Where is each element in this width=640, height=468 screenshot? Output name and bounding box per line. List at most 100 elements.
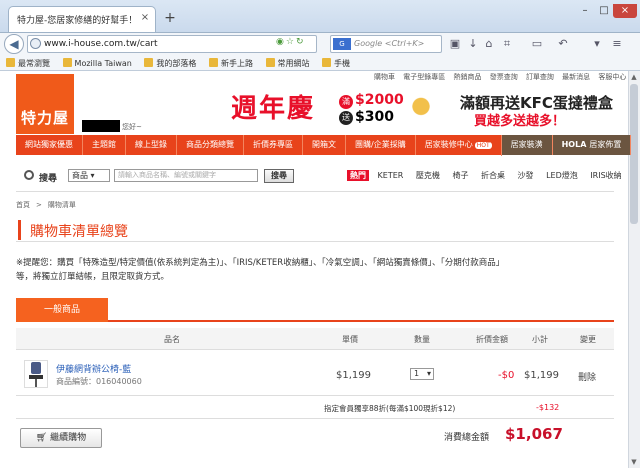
browser-tab[interactable]: 特力屋-您居家修繕的好幫手！ — [8, 6, 156, 32]
back-button[interactable]: ◀ — [4, 34, 24, 54]
continue-shopping-button[interactable]: 🛒︎ 繼續購物 — [20, 428, 102, 448]
site-logo[interactable]: 特力屋 — [16, 74, 74, 134]
bookmark-item[interactable]: 手機 — [322, 58, 350, 69]
title-accent-bar — [18, 220, 21, 240]
crop-icon[interactable]: ⌗ — [500, 37, 514, 51]
nav-item[interactable]: 團購/企業採購 — [346, 135, 416, 155]
delete-link[interactable]: 刪除 — [578, 370, 596, 383]
search-category-select[interactable]: 商品 ▾ — [68, 169, 110, 182]
col-header-discount: 折價金額 — [476, 335, 508, 344]
address-bar-icons: ◉☆↻ — [276, 37, 316, 51]
top-link[interactable]: 發票查詢 — [490, 73, 518, 81]
address-bar[interactable]: www.i-house.com.tw/cart — [27, 35, 317, 53]
hot-label: 熱門 — [347, 170, 369, 181]
breadcrumb-current: 購物清單 — [47, 201, 76, 209]
nav-item[interactable]: 折價券專區 — [244, 135, 303, 155]
banner-promo-line2: 買越多送越多！ — [474, 114, 566, 129]
col-header-change: 變更 — [580, 335, 596, 344]
top-link[interactable]: 電子型錄專區 — [403, 73, 445, 81]
banner-tag-gift: 送 — [339, 111, 353, 125]
shield-icon[interactable]: ◉ — [276, 37, 286, 47]
top-link[interactable]: 熱銷商品 — [453, 73, 481, 81]
member-discount-value: -$132 — [536, 403, 560, 412]
nav-item-label: 居家佈置 — [589, 140, 622, 149]
undo-icon[interactable]: ↶ — [556, 37, 570, 51]
top-link[interactable]: 客服中心 — [598, 73, 626, 81]
nav-item[interactable]: 商品分類總覽 — [177, 135, 244, 155]
nav-item-furnishing[interactable]: HOLA 居家佈置 — [552, 135, 632, 155]
nav-item-renovation[interactable]: 居家裝修中心 HOT — [416, 134, 502, 156]
bookmark-icon — [62, 58, 72, 67]
nav-item[interactable]: 線上型錄 — [126, 135, 177, 155]
top-link[interactable]: 訂單查詢 — [526, 73, 554, 81]
hot-search: 熱門 KETER 壓克機 椅子 折合桌 沙發 LED燈泡 IRIS收納 — [347, 170, 632, 181]
bookmark-item[interactable]: 我的部落格 — [144, 58, 196, 69]
scroll-down-icon[interactable]: ▼ — [628, 456, 640, 468]
nav-item-decor[interactable]: 居家裝潢 — [501, 135, 553, 155]
notice-line: ※提醒您：購買「特殊造型/特定價值(依系統判定為主)」、「IRIS/KETER收… — [16, 258, 505, 268]
member-discount-label: 指定會員獨享88折(每滿$100現折$12) — [324, 404, 456, 413]
breadcrumb-separator: > — [36, 201, 42, 209]
top-links: 購物車 電子型錄專區 熱銷商品 發票查詢 訂單查詢 最新消息 客服中心 — [368, 72, 626, 82]
tab-general-products[interactable]: 一般商品 — [16, 298, 108, 322]
search-engine-icon[interactable]: G — [333, 38, 351, 50]
new-tab-button[interactable]: + — [162, 10, 178, 26]
close-window-button[interactable]: × — [613, 4, 637, 18]
bookmark-item[interactable]: Mozilla Taiwan — [62, 58, 132, 68]
search-button[interactable]: 搜尋 — [264, 169, 294, 183]
maximize-button[interactable]: □ — [596, 4, 612, 18]
egg-tart-image[interactable] — [406, 92, 456, 128]
url-text: www.i-house.com.tw/cart — [44, 39, 158, 49]
hot-term[interactable]: 沙發 — [518, 171, 534, 180]
total-label: 消費總金額 — [444, 433, 490, 443]
search-placeholder: Google <Ctrl+K> — [354, 39, 425, 48]
top-link[interactable]: 購物車 — [374, 73, 395, 81]
banner-amount-1: $2000 — [355, 92, 404, 108]
hot-term[interactable]: 壓克機 — [416, 171, 440, 180]
download-icon[interactable]: ↓ — [466, 37, 480, 51]
scroll-up-icon[interactable]: ▲ — [628, 71, 640, 83]
hot-term[interactable]: IRIS收納 — [590, 171, 621, 180]
menu-icon[interactable]: ≡ — [610, 37, 624, 51]
breadcrumb: 首頁 > 購物清單 — [16, 200, 76, 210]
reload-icon[interactable]: ↻ — [296, 37, 306, 47]
chevron-down-icon[interactable]: ▾ — [590, 37, 604, 51]
search-icon — [24, 170, 34, 180]
banner-title[interactable]: 週年慶 — [231, 88, 315, 125]
nav-item[interactable]: 開箱文 — [303, 135, 346, 155]
bookmark-item[interactable]: 常用網站 — [265, 58, 310, 69]
breadcrumb-home[interactable]: 首頁 — [16, 201, 30, 209]
site-identity-icon[interactable] — [30, 38, 41, 49]
banner-amount-2: $300 — [355, 109, 394, 125]
col-header-name: 品名 — [164, 335, 180, 344]
total-value: $1,067 — [505, 425, 563, 443]
hot-term[interactable]: LED燈泡 — [546, 171, 578, 180]
top-link[interactable]: 最新消息 — [562, 73, 590, 81]
bookmark-icon — [322, 58, 332, 67]
divider — [16, 418, 614, 419]
site-search-input[interactable]: 請輸入商品名稱、編號或關鍵字 — [114, 169, 258, 182]
nav-item[interactable]: 網站獨家優惠 — [16, 135, 83, 155]
bookmark-item[interactable]: 新手上路 — [208, 58, 253, 69]
home-icon[interactable]: ⌂ — [482, 37, 496, 51]
bookmark-item[interactable]: 最常瀏覽 — [6, 58, 50, 69]
tab-close-icon[interactable]: × — [138, 12, 152, 24]
chair-leg-shape — [35, 379, 37, 387]
product-name-link[interactable]: 伊藤網背辦公椅-藍 — [56, 362, 131, 375]
hot-term[interactable]: 折合桌 — [481, 171, 505, 180]
chat-icon[interactable]: ▭ — [530, 37, 544, 51]
bookmarks-bar: 最常瀏覽 Mozilla Taiwan 我的部落格 新手上路 常用網站 手機 — [0, 56, 640, 71]
star-icon[interactable]: ☆ — [286, 37, 296, 47]
col-header-subtotal: 小計 — [532, 335, 548, 344]
cart-table-header: 品名 單價 數量 折價金額 小計 變更 — [16, 328, 614, 350]
chair-back-shape — [31, 362, 41, 374]
hot-term[interactable]: 椅子 — [452, 171, 468, 180]
redacted-username — [82, 120, 120, 132]
bookmark-icon — [144, 58, 154, 67]
quantity-select[interactable]: 1 ▾ — [410, 368, 434, 380]
minimize-button[interactable]: – — [576, 4, 594, 18]
clipboard-icon[interactable]: ▣ — [448, 37, 462, 51]
hot-term[interactable]: KETER — [378, 171, 404, 180]
nav-item[interactable]: 主題館 — [83, 135, 126, 155]
bookmark-icon — [265, 58, 275, 67]
